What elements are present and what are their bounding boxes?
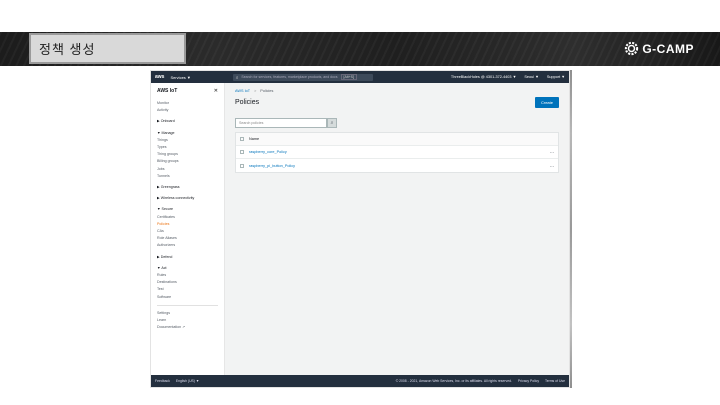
close-icon[interactable]: ✕	[214, 88, 218, 94]
sidebar-item[interactable]: Certificates	[157, 214, 218, 221]
policy-name-link[interactable]: raspberry_pi_button_Policy	[249, 164, 550, 168]
more-actions-icon[interactable]: ...	[550, 163, 554, 169]
page-title: Policies	[235, 99, 260, 106]
breadcrumb-separator: >	[254, 89, 257, 93]
brand-text: G-CAMP	[642, 41, 694, 56]
footer-right: © 2008 - 2021, Amazon Web Services, Inc.…	[396, 379, 565, 383]
heading-row: Policies Create	[235, 97, 559, 108]
search-icon: ⌕	[330, 120, 334, 126]
search-shortcut: [Alt+S]	[340, 74, 357, 80]
support-menu[interactable]: Support ▼	[547, 75, 565, 79]
sidebar-item[interactable]: Monitor	[157, 100, 218, 107]
breadcrumb-current: Policies	[260, 89, 274, 93]
nav-divider	[157, 304, 218, 306]
table-row[interactable]: raspberry_pi_button_Policy ...	[236, 159, 558, 172]
slide-title-box: 정책 생성	[29, 33, 186, 64]
copyright-text: © 2008 - 2021, Amazon Web Services, Inc.…	[395, 379, 512, 383]
search-icon: ⌕	[235, 74, 239, 80]
table-header: Name	[236, 133, 558, 146]
account-menu[interactable]: ThreeBlackHoles @ 4301-372-4403 ▼	[451, 75, 516, 79]
more-actions-icon[interactable]: ...	[550, 149, 554, 155]
sidebar-item[interactable]: Settings	[157, 310, 218, 317]
breadcrumb: AWS IoT > Policies	[235, 89, 559, 93]
sidebar-item[interactable]: Role Aliases	[157, 235, 218, 242]
feedback-link[interactable]: Feedback	[155, 379, 170, 383]
topbar-right: ThreeBlackHoles @ 4301-372-4403 ▼ Seoul …	[451, 75, 565, 79]
sidebar-item[interactable]: Destinations	[157, 279, 218, 286]
console-search[interactable]: ⌕ Search for services, features, marketp…	[232, 73, 373, 81]
language-selector[interactable]: English (US) ▼	[176, 379, 199, 383]
create-button[interactable]: Create	[534, 97, 559, 108]
sidebar-item[interactable]: ▶ Wireless connectivity	[157, 195, 218, 202]
breadcrumb-root[interactable]: AWS IoT	[235, 89, 250, 93]
console-search-placeholder: Search for services, features, marketpla…	[241, 75, 338, 79]
sidebar-item[interactable]: Policies	[157, 221, 218, 228]
sidebar-item[interactable]: Tunnels	[157, 173, 218, 180]
region-menu[interactable]: Seoul ▼	[524, 75, 539, 79]
console-topbar: aws Services ▼ ⌕ Search for services, fe…	[151, 71, 569, 83]
sidebar-item[interactable]: Learn	[157, 317, 218, 324]
aws-logo[interactable]: aws	[155, 74, 164, 80]
column-header-name[interactable]: Name	[249, 137, 259, 141]
policy-search-row: Search policies ⌕	[235, 118, 559, 128]
sidebar-item[interactable]: ▶ Defend	[157, 254, 218, 261]
policies-table: Name raspberry_core_Policy ... raspberry…	[235, 132, 559, 173]
sidebar-title: AWS IoT	[157, 88, 178, 94]
sidebar-item[interactable]: ▼ Secure	[157, 206, 218, 213]
sidebar-item[interactable]: ▶ Greengrass	[157, 184, 218, 191]
policy-name-link[interactable]: raspberry_core_Policy	[249, 150, 550, 154]
console-sidebar: AWS IoT ✕ Monitor Activity ▶ Onboard ▼ Mana…	[151, 83, 225, 377]
sidebar-item[interactable]: Rules	[157, 272, 218, 279]
sidebar-item[interactable]: ▼ Act	[157, 265, 218, 272]
gear-icon	[625, 41, 639, 56]
table-row[interactable]: raspberry_core_Policy ...	[236, 146, 558, 159]
console-screenshot: aws Services ▼ ⌕ Search for services, fe…	[150, 70, 570, 388]
terms-link[interactable]: Terms of Use	[545, 379, 565, 383]
brand-logo: G-CAMP	[624, 41, 694, 56]
services-menu[interactable]: Services ▼	[170, 75, 190, 80]
sidebar-item[interactable]: Thing groups	[157, 151, 218, 158]
row-checkbox[interactable]	[240, 163, 244, 168]
sidebar-item[interactable]: ▼ Manage	[157, 130, 218, 137]
policy-search-input[interactable]: Search policies	[235, 118, 327, 128]
sidebar-item[interactable]: ▶ Onboard	[157, 118, 218, 125]
sidebar-item[interactable]: Software	[157, 294, 218, 301]
sidebar-item[interactable]: CAs	[157, 228, 218, 235]
select-all-checkbox[interactable]	[240, 137, 244, 141]
console-footer: Feedback English (US) ▼ © 2008 - 2021, A…	[151, 375, 569, 387]
sidebar-item[interactable]: Things	[157, 137, 218, 144]
sidebar-item[interactable]: Jobs	[157, 166, 218, 173]
sidebar-nav: Monitor Activity ▶ Onboard ▼ Manage Things Ty…	[157, 100, 218, 331]
slide-header: 정책 생성 G-CAMP	[0, 32, 720, 66]
sidebar-item[interactable]: Billing groups	[157, 158, 218, 165]
row-checkbox[interactable]	[240, 150, 244, 154]
sidebar-title-row: AWS IoT ✕	[157, 88, 218, 94]
sidebar-item[interactable]: Activity	[157, 107, 218, 114]
privacy-link[interactable]: Privacy Policy	[518, 379, 539, 383]
sidebar-item[interactable]: Documentation ↗	[157, 324, 218, 331]
slide-title: 정책 생성	[39, 42, 96, 57]
sidebar-item[interactable]: Types	[157, 144, 218, 151]
console-main: AWS IoT > Policies Policies Create Searc…	[229, 83, 565, 377]
sidebar-item[interactable]: Authorizers	[157, 242, 218, 249]
search-button[interactable]: ⌕	[327, 118, 337, 128]
sidebar-item[interactable]: Test	[157, 286, 218, 293]
